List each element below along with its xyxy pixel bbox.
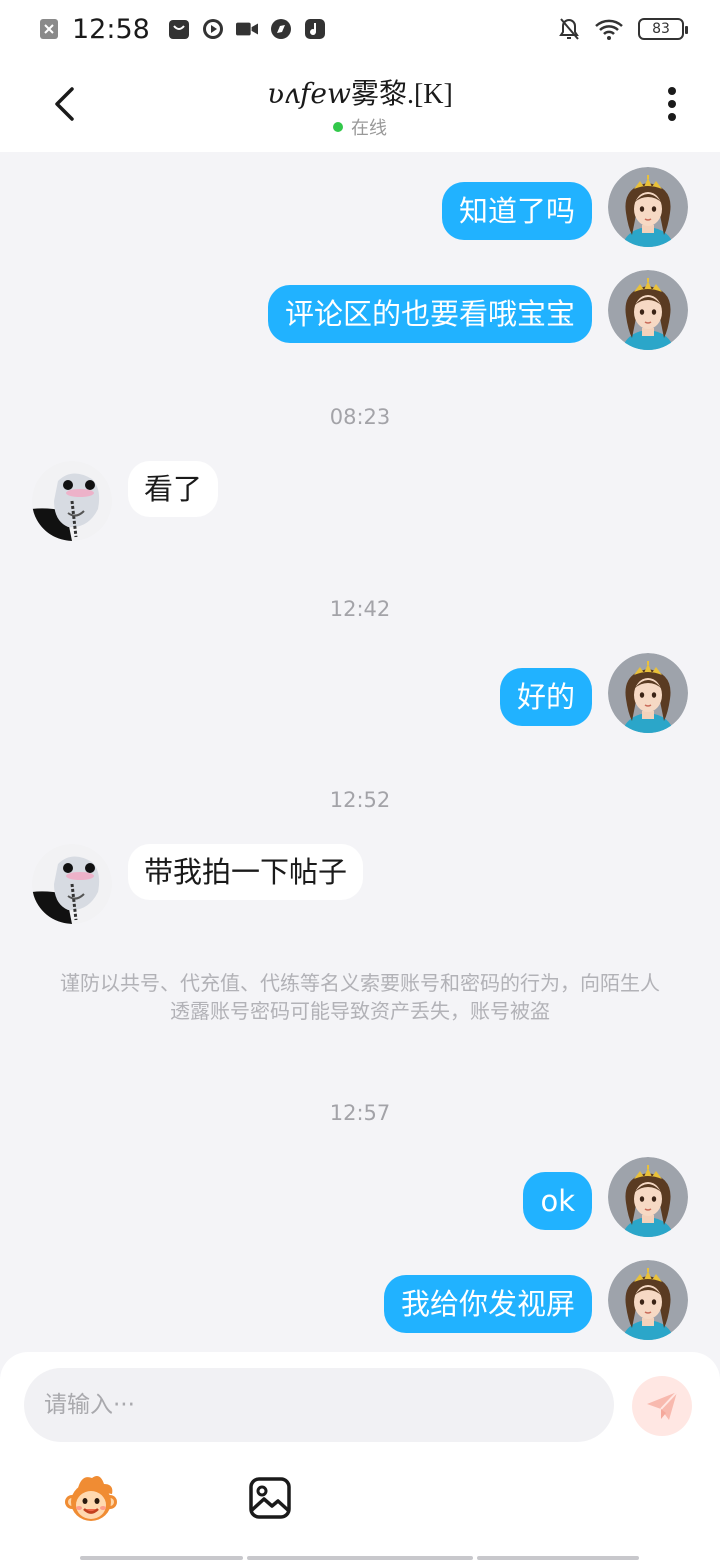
message-bubble-outgoing[interactable]: ok: [523, 1172, 592, 1230]
online-dot-icon: [333, 122, 343, 132]
chat-header: ʋʌfew雾黎.[K] 在线: [0, 58, 720, 152]
avatar-image: [608, 167, 688, 247]
contact-name: ʋʌfew雾黎.[K]: [0, 72, 720, 112]
status-time: 12:58: [72, 13, 150, 45]
message-incoming: 带我拍一下帖子: [32, 844, 364, 924]
wifi-icon: [594, 18, 624, 40]
online-status-label: 在线: [351, 118, 387, 139]
bag-icon: [168, 18, 190, 40]
timestamp: 08:23: [329, 405, 391, 429]
timestamp: 12:42: [329, 597, 391, 621]
contact-avatar[interactable]: [32, 461, 112, 541]
play-icon: [202, 18, 224, 40]
online-status: 在线: [0, 114, 720, 140]
message-bubble-outgoing[interactable]: 知道了吗: [441, 182, 592, 240]
image-button[interactable]: [248, 1476, 292, 1520]
battery-level: 83: [652, 21, 670, 37]
video-icon: [235, 18, 258, 40]
message-outgoing: 评论区的也要看哦宝宝: [267, 270, 688, 350]
music-icon: [304, 18, 326, 40]
contact-avatar[interactable]: [32, 844, 112, 924]
timestamp: 12:52: [329, 788, 391, 812]
message-bubble-outgoing[interactable]: 我给你发视屏: [383, 1275, 592, 1333]
message-outgoing: 我给你发视屏: [383, 1260, 688, 1340]
status-bar: 12:58 83: [0, 0, 720, 58]
avatar-image: [608, 1260, 688, 1340]
chat-title-area: ʋʌfew雾黎.[K] 在线: [0, 72, 720, 140]
avatar-image: [608, 653, 688, 733]
emoji-sticker-button[interactable]: [62, 1474, 120, 1524]
message-bubble-incoming[interactable]: 带我拍一下帖子: [128, 844, 364, 900]
more-vertical-icon: [668, 87, 676, 121]
message-bubble-outgoing[interactable]: 评论区的也要看哦宝宝: [267, 285, 592, 343]
message-outgoing: 好的: [499, 653, 688, 733]
my-avatar[interactable]: [608, 167, 688, 247]
monkey-face-icon: [65, 1476, 117, 1521]
contact-name-text: 雾黎.[K]: [350, 79, 453, 110]
compass-icon: [270, 18, 292, 40]
message-list[interactable]: 知道了吗 评论区的也要看哦宝宝 08:23 看了 12:42 好的 12:52 …: [0, 152, 720, 1352]
more-options-button[interactable]: [650, 82, 694, 126]
close-box-icon: [38, 18, 60, 40]
my-avatar[interactable]: [608, 653, 688, 733]
message-incoming: 看了: [32, 461, 219, 541]
message-bubble-outgoing[interactable]: 好的: [499, 668, 592, 726]
avatar-image: [32, 461, 112, 541]
gesture-bar-segment: [247, 1556, 473, 1560]
battery-icon: 83: [638, 18, 688, 40]
message-input[interactable]: 请输入···: [24, 1368, 614, 1442]
message-outgoing: 知道了吗: [441, 167, 688, 247]
image-icon: [249, 1477, 291, 1519]
avatar-image: [608, 1157, 688, 1237]
composer: 请输入···: [0, 1352, 720, 1560]
my-avatar[interactable]: [608, 270, 688, 350]
timestamp: 12:57: [329, 1101, 391, 1125]
gesture-bar-segment: [80, 1556, 243, 1560]
mute-bell-icon: [558, 18, 580, 40]
send-button[interactable]: [632, 1376, 692, 1436]
my-avatar[interactable]: [608, 1260, 688, 1340]
message-bubble-incoming[interactable]: 看了: [128, 461, 219, 517]
send-icon: [647, 1391, 678, 1420]
my-avatar[interactable]: [608, 1157, 688, 1237]
gesture-bar-segment: [477, 1556, 639, 1560]
avatar-image: [608, 270, 688, 350]
contact-name-script: ʋʌfew: [267, 77, 351, 110]
message-outgoing: ok: [523, 1157, 688, 1237]
security-notice: 谨防以共号、代充值、代练等名义索要账号和密码的行为，向陌生人透露账号密码可能导致…: [60, 971, 660, 1023]
avatar-image: [32, 844, 112, 924]
